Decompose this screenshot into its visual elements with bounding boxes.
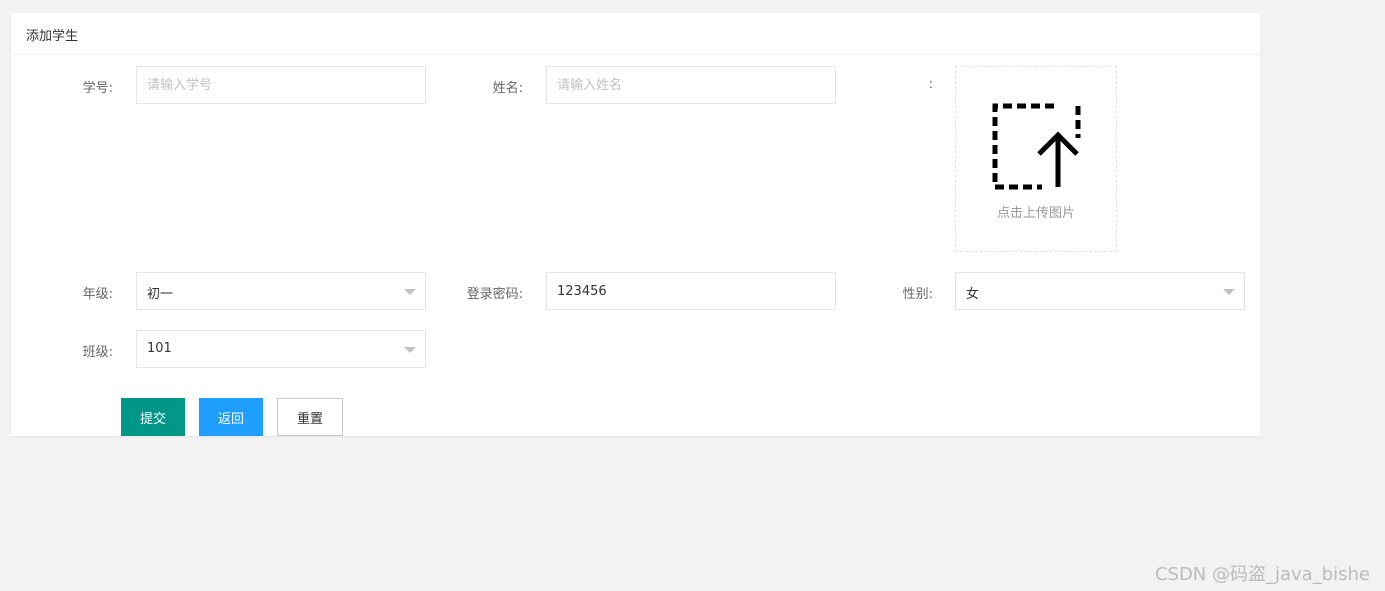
name-label: 姓名: bbox=[492, 81, 523, 96]
gender-select[interactable]: 女 bbox=[955, 272, 1245, 310]
panel-header: 添加学生 bbox=[11, 13, 1260, 55]
class-label: 班级: bbox=[82, 345, 113, 360]
name-input[interactable] bbox=[547, 67, 835, 103]
grade-label: 年级: bbox=[82, 287, 113, 302]
gender-label: 性别: bbox=[902, 287, 933, 302]
student-id-field bbox=[136, 66, 426, 104]
gender-select-value: 女 bbox=[966, 287, 980, 302]
password-label: 登录密码: bbox=[466, 287, 523, 302]
password-input[interactable] bbox=[547, 273, 835, 309]
class-select[interactable]: 101 bbox=[136, 330, 426, 368]
chevron-down-icon bbox=[404, 347, 416, 353]
password-field bbox=[546, 272, 836, 310]
student-id-input[interactable] bbox=[137, 67, 425, 103]
back-button[interactable]: 返回 bbox=[199, 398, 263, 436]
grade-select[interactable]: 初一 bbox=[136, 272, 426, 310]
grade-select-value: 初一 bbox=[147, 287, 174, 302]
name-field bbox=[546, 66, 836, 104]
photo-label: : bbox=[928, 77, 933, 92]
add-student-panel: 添加学生 学号: 姓名: : 点击上传图片 年级: 初一 登录密码: 性别: 女… bbox=[11, 13, 1260, 436]
panel-title: 添加学生 bbox=[26, 29, 79, 44]
watermark: CSDN @码盗_java_bishe bbox=[1154, 564, 1370, 585]
upload-text: 点击上传图片 bbox=[996, 206, 1075, 221]
submit-button[interactable]: 提交 bbox=[121, 398, 185, 436]
class-select-value: 101 bbox=[147, 341, 172, 356]
student-id-label: 学号: bbox=[82, 81, 113, 96]
chevron-down-icon bbox=[1223, 289, 1235, 295]
photo-upload-area[interactable]: 点击上传图片 bbox=[955, 66, 1117, 252]
upload-icon bbox=[992, 103, 1081, 190]
reset-button[interactable]: 重置 bbox=[277, 398, 343, 436]
